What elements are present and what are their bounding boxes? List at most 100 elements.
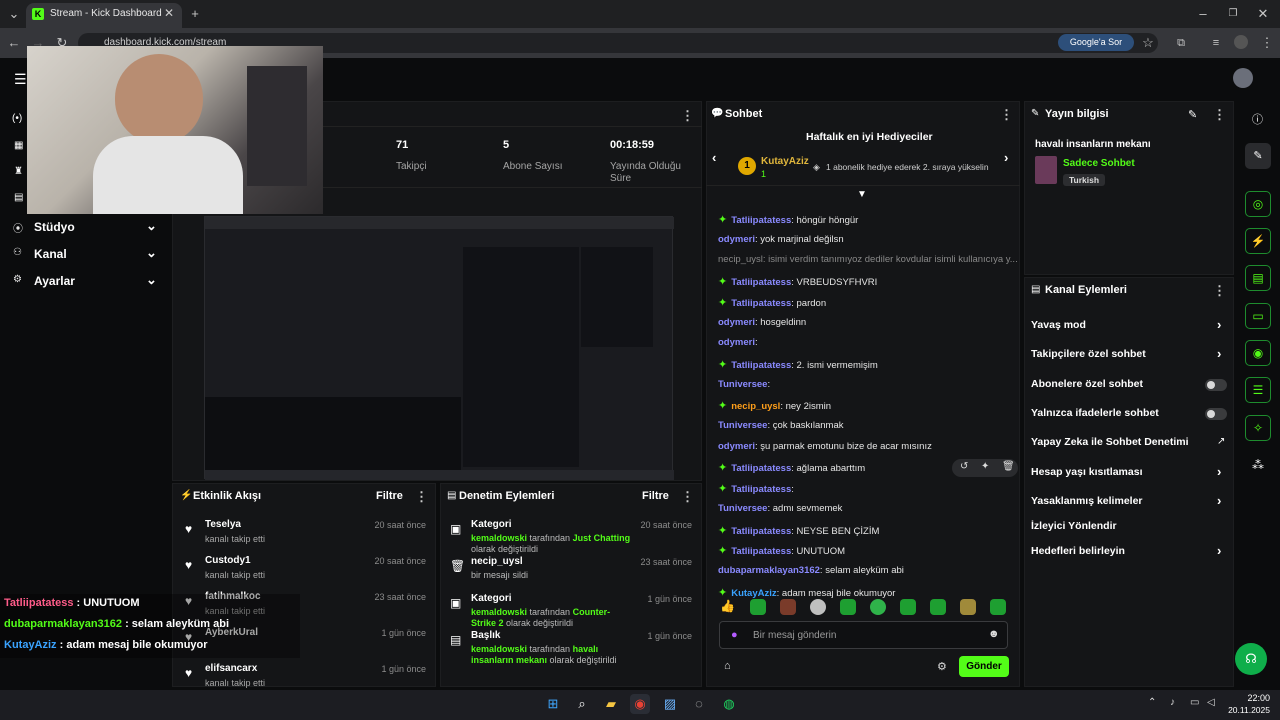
chat-username[interactable]: odymeri — [718, 234, 755, 245]
network-icon[interactable]: ▭ — [1190, 697, 1199, 708]
channel-action-item[interactable]: Hedefleri belirleyin › — [1031, 543, 1229, 559]
chat-username[interactable]: Tatliipatatess — [731, 484, 791, 495]
chat-rail-icon[interactable]: ▭ — [1245, 303, 1271, 329]
google-ask-button[interactable]: Google'a Sor — [1058, 34, 1134, 51]
bookmark-star-icon[interactable]: ☆ — [1137, 32, 1159, 54]
channel-action-item[interactable]: Yapay Zeka ile Sohbet Denetimi ↗ — [1031, 436, 1229, 450]
info-more-icon[interactable]: ⋮ — [1213, 107, 1226, 123]
stream-video-preview[interactable] — [204, 216, 674, 480]
chat-username[interactable]: odymeri — [718, 317, 755, 328]
timeout-icon[interactable]: ↺ — [960, 461, 968, 472]
send-button[interactable]: Gönder — [959, 656, 1009, 677]
toggle-switch[interactable] — [1205, 379, 1227, 391]
new-tab-icon[interactable]: + — [184, 3, 206, 25]
emote-box-icon[interactable] — [780, 599, 796, 615]
pinned-toggle-icon[interactable]: ▼ — [857, 189, 867, 200]
emoji-picker-icon[interactable]: ☻ — [988, 628, 1000, 640]
chat-username[interactable]: Tatliipatatess — [731, 298, 791, 309]
delete-icon[interactable]: 🗑 — [1002, 461, 1015, 472]
broadcast-rail-icon[interactable]: ◉ — [1245, 340, 1271, 366]
maximize-icon[interactable]: ❐ — [1222, 3, 1244, 25]
chat-input[interactable]: ● Bir mesaj gönderin ☻ — [719, 621, 1008, 649]
edit-rail-icon[interactable]: ✎ — [1245, 143, 1271, 169]
feed-name[interactable]: elifsancarx — [205, 663, 257, 674]
media-icon[interactable]: ≡ — [1205, 32, 1227, 54]
back-icon[interactable]: ← — [3, 32, 25, 54]
mod-user[interactable]: kemaldowski — [471, 644, 527, 654]
chat-username[interactable]: Tatliipatatess — [731, 360, 791, 371]
chat-username[interactable]: dubaparmaklayan3162 — [718, 565, 820, 576]
info-icon[interactable]: ⓘ — [1252, 111, 1263, 127]
profile-avatar[interactable] — [1234, 35, 1248, 49]
photos-icon[interactable]: ▨ — [660, 694, 680, 714]
emote-thumbs-icon[interactable]: 👍 — [720, 599, 736, 615]
chat-username[interactable]: Tatliipatatess — [731, 546, 791, 557]
mic-tray-icon[interactable]: ♪ — [1170, 697, 1175, 708]
close-tab-icon[interactable]: ✕ — [164, 6, 174, 20]
chat-username[interactable]: Tuniversee — [718, 379, 767, 390]
edit-info-icon[interactable]: ✎ — [1188, 108, 1197, 121]
channel-action-item[interactable]: Hesap yaşı kısıtlaması › — [1031, 464, 1229, 480]
activity-more-icon[interactable]: ⋮ — [415, 489, 428, 505]
tab-search-icon[interactable]: ⌄ — [3, 3, 25, 25]
pin-icon[interactable]: ✦ — [981, 461, 989, 472]
list-rail-icon[interactable]: ☰ — [1245, 377, 1271, 403]
microphone-icon[interactable]: ● — [731, 629, 738, 641]
dashboard-icon[interactable]: ▦ — [14, 140, 23, 151]
emote-blob-icon[interactable] — [930, 599, 946, 615]
sidebar-item-channel[interactable]: ⚇ Kanal ⌄ — [10, 245, 160, 262]
chat-settings-gear-icon[interactable]: ⚙ — [937, 660, 947, 673]
chat-username[interactable]: Tatliipatatess — [731, 215, 791, 226]
channel-action-item[interactable]: İzleyici Yönlendir — [1031, 520, 1229, 534]
emote-ball-icon[interactable] — [810, 599, 826, 615]
feed-name[interactable]: Custody1 — [205, 555, 251, 566]
more-options-icon[interactable]: ⋮ — [681, 108, 694, 124]
volume-icon[interactable]: ◁ — [1207, 697, 1215, 708]
chevron-right-icon[interactable]: › — [1004, 150, 1008, 165]
chat-username[interactable]: Tuniversee — [718, 420, 767, 431]
channel-action-item[interactable]: Yalnızca ifadelerle sohbet — [1031, 407, 1229, 421]
chat-username[interactable]: odymeri — [718, 337, 755, 348]
close-window-icon[interactable]: ✕ — [1252, 3, 1274, 25]
browser-menu-icon[interactable]: ⋮ — [1256, 32, 1278, 54]
browser-tab[interactable]: K Stream - Kick Dashboard ✕ — [26, 3, 182, 28]
activity-filter-button[interactable]: Filtre — [376, 490, 403, 502]
mod-filter-button[interactable]: Filtre — [642, 490, 669, 502]
camera-rail-icon[interactable]: ◎ — [1245, 191, 1271, 217]
channel-action-item[interactable]: Yavaş mod › — [1031, 317, 1229, 333]
sidebar-item-settings[interactable]: ⚙ Ayarlar ⌄ — [10, 272, 160, 289]
chat-username[interactable]: Tatliipatatess — [731, 463, 791, 474]
category-name[interactable]: Sadece Sohbet — [1063, 158, 1135, 169]
live-icon[interactable]: (•) — [12, 113, 22, 124]
trophy-icon[interactable]: ♜ — [14, 166, 23, 177]
wrench-rail-icon[interactable]: ✧ — [1245, 415, 1271, 441]
chat-username[interactable]: Tuniversee — [718, 503, 767, 514]
bolt-rail-icon[interactable]: ⚡ — [1245, 228, 1271, 254]
chat-username[interactable]: necip_uysl — [731, 401, 780, 412]
tray-chevron-icon[interactable]: ⌃ — [1148, 697, 1156, 708]
chat-username[interactable]: KutayAziz — [731, 588, 776, 599]
channel-action-item[interactable]: Yasaklanmış kelimeler › — [1031, 493, 1229, 509]
hamburger-menu-icon[interactable]: ☰ — [14, 71, 27, 88]
user-avatar[interactable] — [1233, 68, 1253, 88]
emote-hat-icon[interactable] — [960, 599, 976, 615]
emote-kick-icon[interactable] — [750, 599, 766, 615]
plugins-icon[interactable]: ⁂ — [1252, 458, 1264, 472]
chat-more-icon[interactable]: ⋮ — [1000, 107, 1013, 123]
actions-more-icon[interactable]: ⋮ — [1213, 283, 1226, 299]
mod-more-icon[interactable]: ⋮ — [681, 489, 694, 505]
minimize-icon[interactable]: – — [1192, 3, 1214, 25]
support-headset-icon[interactable]: ☊ — [1235, 643, 1267, 675]
toggle-switch[interactable] — [1205, 408, 1227, 420]
file-explorer-icon[interactable]: ▰ — [601, 694, 621, 714]
channel-action-item[interactable]: Takipçilere özel sohbet › — [1031, 346, 1229, 362]
chat-username[interactable]: odymeri — [718, 441, 755, 452]
sidebar-item-studio[interactable]: ⦿ Stüdyo ⌄ — [10, 218, 160, 235]
gifter-name[interactable]: KutayAziz — [761, 156, 809, 167]
store-icon[interactable]: ⌂ — [724, 660, 731, 672]
taskbar-search-icon[interactable]: ⌕ — [572, 694, 592, 714]
obs-icon[interactable]: ◌ — [689, 694, 709, 714]
extensions-icon[interactable]: ⧉ — [1170, 32, 1192, 54]
mod-user[interactable]: kemaldowski — [471, 533, 527, 543]
chrome-icon[interactable]: ◉ — [630, 694, 650, 714]
